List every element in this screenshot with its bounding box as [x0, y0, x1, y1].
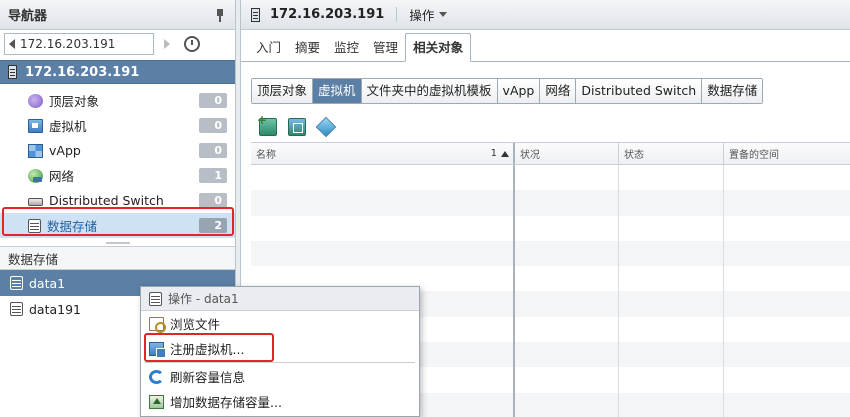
navigator-header: 导航器 — [0, 0, 235, 30]
datastore-name: data1 — [29, 275, 66, 291]
grid-toolbar — [257, 113, 346, 138]
new-vapp-icon[interactable] — [315, 116, 337, 138]
menu-separator — [145, 362, 415, 363]
nav-item-distributed-switch[interactable]: Distributed Switch 0 — [0, 188, 235, 213]
count-badge: 0 — [199, 118, 227, 133]
refresh-icon — [149, 369, 164, 384]
menu-item-label: 浏览文件 — [170, 317, 221, 332]
count-badge: 0 — [199, 193, 227, 208]
vm-icon — [28, 118, 43, 133]
sort-ascending-icon: 1 — [491, 148, 509, 159]
column-header-name[interactable]: 名称 1 — [251, 143, 515, 164]
nav-item-label: 虚拟机 — [49, 119, 87, 134]
browse-files-icon — [149, 316, 166, 333]
menu-item-browse-files[interactable]: 浏览文件 — [141, 311, 419, 336]
menu-item-label: 增加数据存储容量... — [170, 395, 282, 410]
tab-summary[interactable]: 摘要 — [288, 35, 327, 61]
host-node[interactable]: 172.16.203.191 — [0, 60, 235, 84]
history-back-button[interactable]: 172.16.203.191 — [4, 33, 154, 55]
subtab-network[interactable]: 网络 — [540, 79, 577, 103]
back-arrow-icon — [9, 39, 15, 49]
menu-item-increase-capacity[interactable]: 增加数据存储容量... — [141, 389, 419, 414]
object-header: 172.16.203.191 操作 — [241, 0, 850, 30]
table-row — [251, 240, 850, 267]
tab-getting-started[interactable]: 入门 — [249, 35, 288, 61]
chevron-down-icon — [439, 12, 448, 17]
count-badge: 0 — [199, 93, 227, 108]
grid-header: 名称 1 状况 状态 置备的空间 — [251, 143, 850, 165]
splitter-grip — [105, 242, 130, 244]
datastore-panel-title: 数据存储 — [0, 246, 235, 270]
subtab-distributed-switch[interactable]: Distributed Switch — [576, 79, 703, 103]
nav-item-label: 顶层对象 — [49, 94, 100, 109]
subtab-vms[interactable]: 虚拟机 — [313, 79, 362, 103]
menu-item-label: 注册虚拟机... — [170, 342, 245, 357]
vapp-icon — [28, 143, 43, 158]
switch-icon — [28, 198, 43, 206]
table-row — [251, 215, 850, 241]
datastore-name: data191 — [29, 301, 82, 317]
history-forward-button[interactable] — [158, 33, 176, 55]
register-vm-icon — [149, 341, 166, 358]
count-badge: 0 — [199, 143, 227, 158]
history-bar: 172.16.203.191 — [0, 30, 235, 58]
datastore-icon — [149, 291, 162, 306]
top-level-objects-icon — [28, 93, 43, 108]
datastore-icon — [28, 218, 41, 233]
nav-item-label: 网络 — [49, 169, 75, 184]
nav-item-top-level-objects[interactable]: 顶层对象 0 — [0, 88, 235, 113]
object-title: 172.16.203.191 — [270, 7, 398, 22]
host-name: 172.16.203.191 — [25, 64, 140, 80]
datastore-context-menu: 操作 - data1 浏览文件 注册虚拟机... 刷新容量信息 增加数据存储容量… — [140, 286, 420, 417]
register-vm-icon[interactable] — [288, 118, 306, 136]
actions-menu-button[interactable]: 操作 — [409, 5, 448, 24]
table-row — [251, 190, 850, 216]
nav-item-vms[interactable]: 虚拟机 0 — [0, 113, 235, 138]
host-icon — [8, 65, 17, 79]
context-menu-header: 操作 - data1 — [141, 287, 419, 311]
network-icon — [28, 168, 43, 183]
datastore-icon — [10, 276, 23, 290]
actions-label: 操作 — [409, 8, 435, 23]
menu-item-register-vm[interactable]: 注册虚拟机... — [141, 336, 419, 361]
datastore-icon — [10, 302, 23, 316]
history-icon[interactable] — [184, 36, 200, 52]
nav-item-label: Distributed Switch — [49, 193, 164, 208]
nav-item-label: 数据存储 — [47, 219, 98, 234]
subtab-vapp[interactable]: vApp — [497, 79, 541, 103]
related-objects-subtabs: 顶层对象 虚拟机 文件夹中的虚拟机模板 vApp 网络 Distributed … — [251, 78, 764, 104]
menu-item-label: 刷新容量信息 — [170, 370, 246, 385]
menu-item-refresh-capacity[interactable]: 刷新容量信息 — [141, 364, 419, 389]
forward-arrow-icon — [164, 39, 170, 49]
tab-related-objects[interactable]: 相关对象 — [405, 33, 472, 62]
nav-item-network[interactable]: 网络 1 — [0, 163, 235, 188]
tab-manage[interactable]: 管理 — [366, 35, 405, 61]
increase-capacity-icon — [149, 394, 164, 409]
context-menu-title: 操作 - data1 — [168, 292, 239, 306]
column-header-status[interactable]: 状况 — [515, 143, 619, 164]
object-tabs: 入门 摘要 监控 管理 相关对象 — [241, 33, 850, 62]
pin-icon[interactable] — [213, 8, 227, 22]
new-vm-icon[interactable] — [257, 113, 277, 136]
column-header-provisioned-space[interactable]: 置备的空间 — [724, 143, 850, 164]
table-row — [251, 165, 850, 191]
tab-monitor[interactable]: 监控 — [327, 35, 366, 61]
nav-item-datastores[interactable]: 数据存储 2 — [0, 213, 235, 238]
count-badge: 2 — [199, 218, 227, 233]
count-badge: 1 — [199, 168, 227, 183]
nav-item-vapp[interactable]: vApp 0 — [0, 138, 235, 163]
column-header-state[interactable]: 状态 — [619, 143, 724, 164]
subtab-datastores[interactable]: 数据存储 — [702, 79, 763, 103]
history-label: 172.16.203.191 — [20, 37, 116, 51]
subtab-top-level-objects[interactable]: 顶层对象 — [252, 79, 314, 103]
host-icon — [251, 7, 260, 22]
column-label: 名称 — [256, 150, 276, 161]
subtab-vm-templates[interactable]: 文件夹中的虚拟机模板 — [361, 79, 498, 103]
nav-item-label: vApp — [49, 143, 81, 158]
related-objects-list: 顶层对象 0 虚拟机 0 vApp 0 网络 1 Distributed Swi… — [0, 84, 235, 238]
navigator-title: 导航器 — [8, 9, 48, 24]
